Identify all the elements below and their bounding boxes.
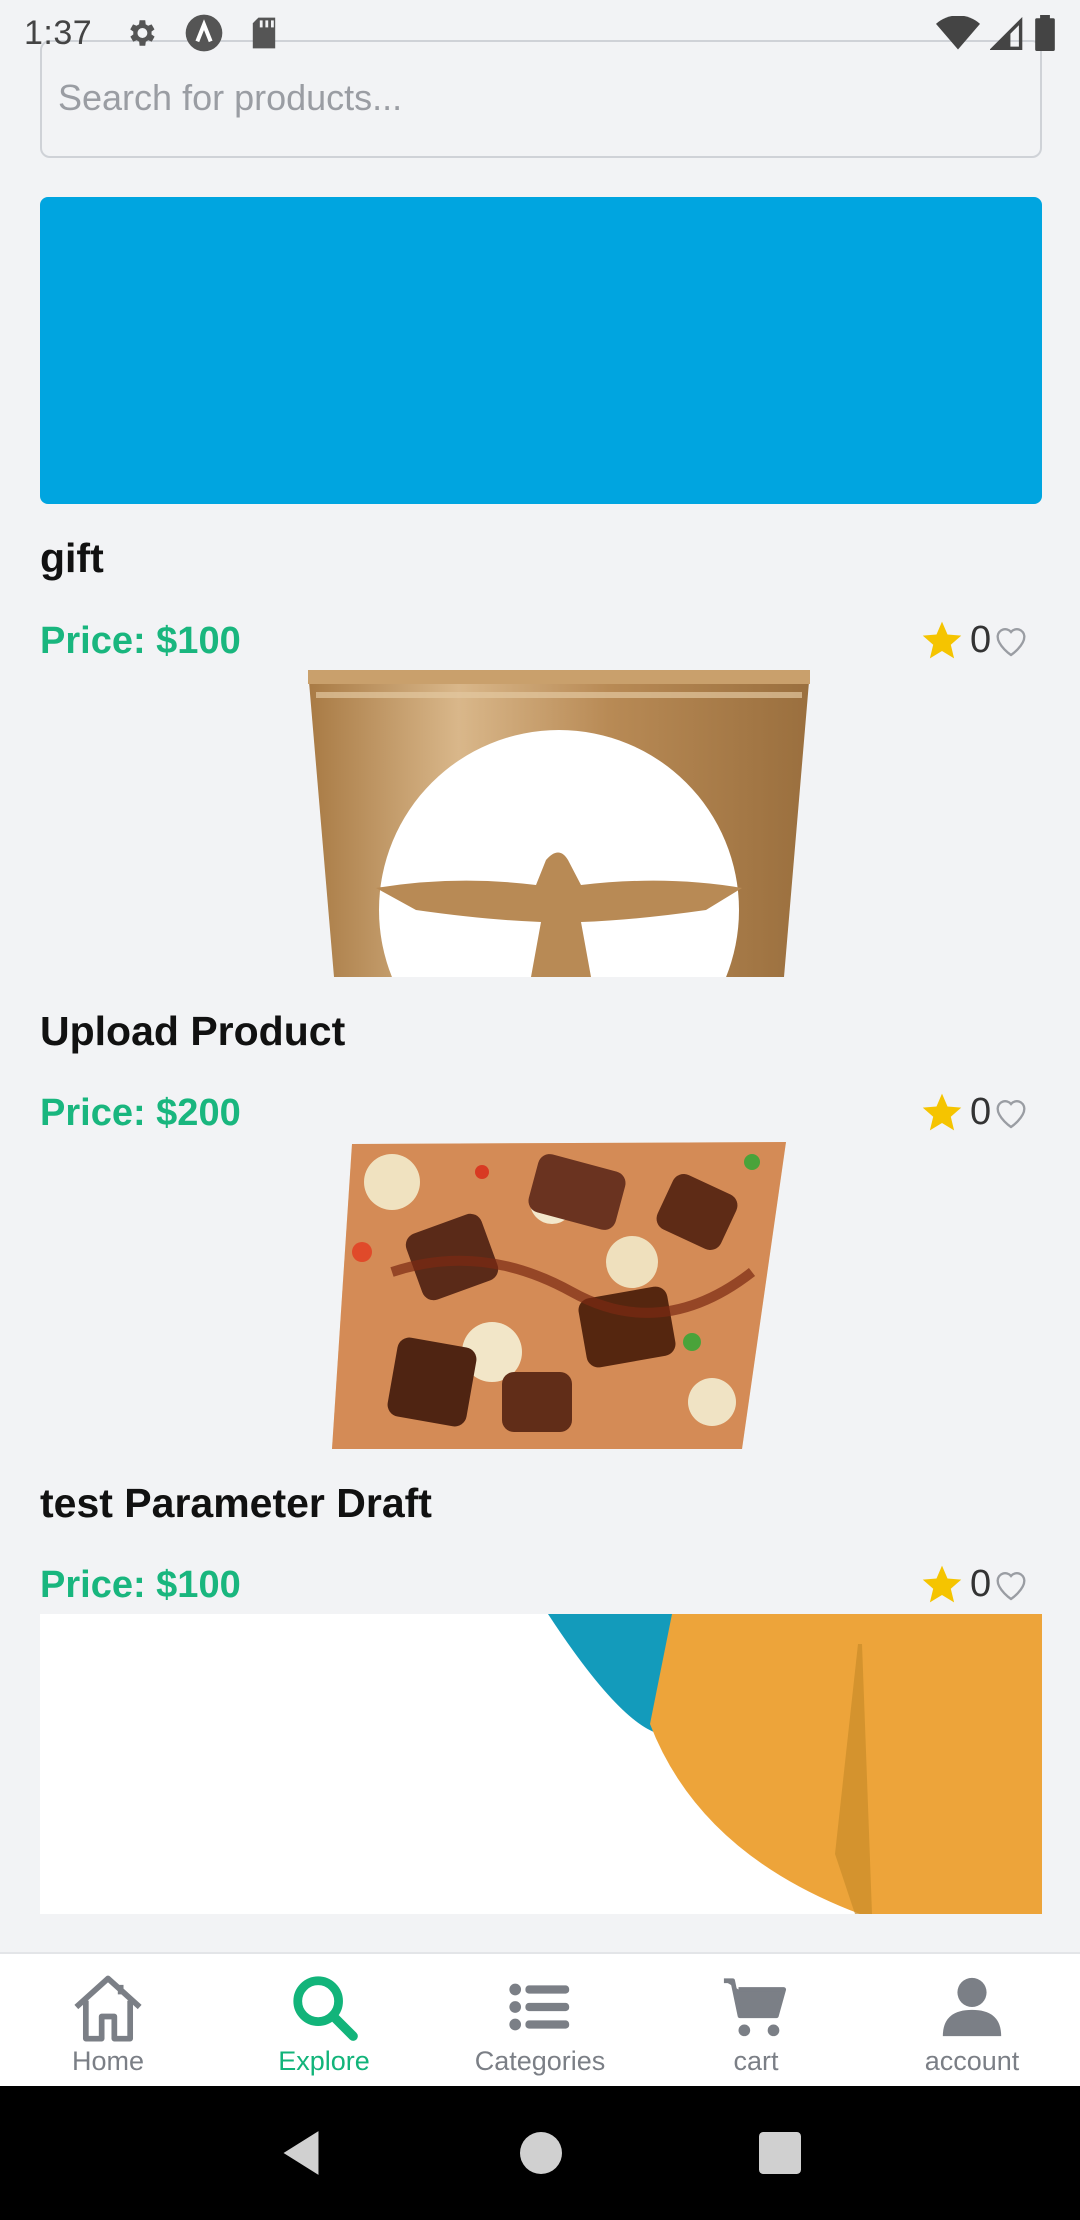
search-icon [293,1976,358,2041]
nav-label: cart [733,2046,779,2076]
product-name: gift [40,535,104,581]
search-input[interactable] [58,62,1018,134]
list-icon [509,1983,570,2031]
system-nav-bar [0,2086,1080,2220]
wifi-icon [936,16,980,50]
back-icon[interactable] [279,2129,323,2177]
bottom-nav: Home Explore Categories cart account [0,1952,1080,2086]
product-rating: 0 [920,1090,1031,1134]
product-price: Price: $100 [40,1564,241,1606]
status-time: 1:37 [24,13,93,52]
product-name: test Parameter Draft [40,1480,432,1526]
nav-label: account [924,2046,1020,2076]
product-price: Price: $100 [40,620,241,662]
battery-icon [1035,15,1055,51]
product-rating: 0 [920,618,1031,662]
person-icon [942,1977,1002,2037]
product-price: Price: $200 [40,1092,241,1134]
star-icon [922,621,962,659]
nav-home[interactable]: Home [0,1954,216,2086]
heart-icon[interactable] [991,620,1031,660]
product-name: Upload Product [40,1008,346,1054]
settings-icon [130,20,155,46]
rating-value: 0 [970,1562,992,1605]
star-icon [922,1093,962,1131]
promo-banner[interactable] [40,197,1042,504]
star-icon [922,1565,962,1603]
app-a-icon [185,14,223,52]
recents-icon[interactable] [759,2132,802,2174]
sd-card-icon [252,17,276,49]
cart-icon [723,1978,787,2037]
gold-cup-image[interactable] [306,670,812,977]
abstract-graphic-image[interactable] [40,1614,1042,1914]
nav-categories[interactable]: Categories [432,1954,648,2086]
heart-icon[interactable] [991,1092,1031,1132]
nav-cart[interactable]: cart [648,1954,864,2086]
home-button-icon[interactable] [519,2132,562,2174]
home-icon [74,1975,142,2042]
pizza-image[interactable] [332,1142,786,1449]
heart-icon[interactable] [991,1564,1031,1604]
nav-label: Home [71,2046,145,2076]
nav-label: Categories [474,2046,606,2076]
nav-label: Explore [278,2046,370,2076]
signal-icon [990,16,1023,50]
nav-account[interactable]: account [864,1954,1080,2086]
product-rating: 0 [920,1562,1031,1606]
rating-value: 0 [970,618,992,661]
status-bar: 1:37 [0,0,1080,66]
nav-explore[interactable]: Explore [216,1954,432,2086]
rating-value: 0 [970,1090,992,1133]
